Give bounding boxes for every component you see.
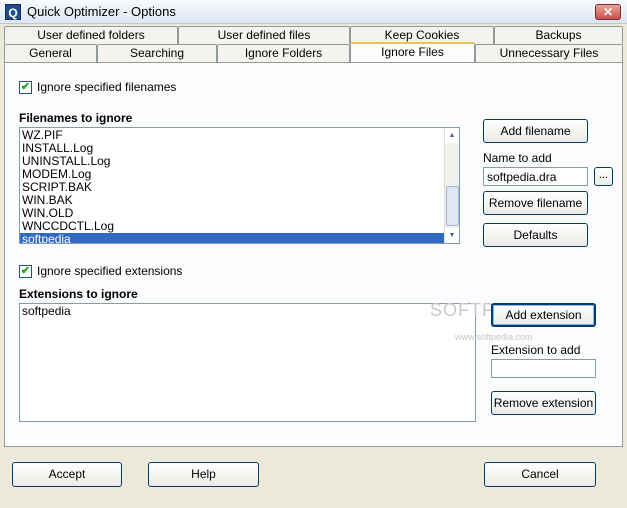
name-to-add-input[interactable]: softpedia.dra — [483, 167, 588, 186]
tab-ignore-files[interactable]: Ignore Files — [350, 42, 475, 62]
tab-user-defined-files[interactable]: User defined files — [178, 26, 350, 44]
tab-user-defined-folders[interactable]: User defined folders — [4, 26, 178, 44]
ignore-filenames-checkbox[interactable]: ✔ — [19, 81, 32, 94]
cancel-button[interactable]: Cancel — [484, 462, 596, 487]
browse-button[interactable]: ... — [594, 167, 613, 186]
scroll-thumb[interactable] — [446, 186, 459, 226]
extensions-list-title: Extensions to ignore — [19, 287, 138, 301]
remove-extension-button[interactable]: Remove extension — [491, 391, 596, 415]
close-button[interactable]: ✕ — [595, 4, 621, 20]
list-item-selected[interactable]: softpedia — [20, 233, 444, 243]
tab-backups[interactable]: Backups — [494, 26, 623, 44]
list-item[interactable]: WNCCDCTL.Log — [20, 220, 444, 233]
filenames-list-title: Filenames to ignore — [19, 111, 133, 125]
list-item[interactable]: SCRIPT.BAK — [20, 181, 444, 194]
filenames-scrollbar[interactable]: ▲ ▼ — [444, 128, 459, 243]
remove-filename-button[interactable]: Remove filename — [483, 191, 588, 215]
accept-button[interactable]: Accept — [12, 462, 122, 487]
title-bar[interactable]: Q Quick Optimizer - Options ✕ — [0, 0, 627, 24]
tab-general[interactable]: General — [4, 44, 97, 62]
scroll-down-icon[interactable]: ▼ — [445, 228, 459, 243]
window-title: Quick Optimizer - Options — [27, 4, 176, 19]
extension-to-add-input[interactable] — [491, 359, 596, 378]
filenames-listbox[interactable]: WZ.PIF INSTALL.Log UNINSTALL.Log MODEM.L… — [19, 127, 460, 244]
defaults-button[interactable]: Defaults — [483, 223, 588, 247]
app-icon[interactable]: Q — [5, 4, 21, 20]
ignore-filenames-label: Ignore specified filenames — [37, 80, 177, 94]
add-extension-button[interactable]: Add extension — [491, 303, 596, 327]
list-item[interactable]: softpedia — [20, 305, 71, 318]
add-filename-button[interactable]: Add filename — [483, 119, 588, 143]
ignore-extensions-checkbox[interactable]: ✔ — [19, 265, 32, 278]
tab-searching[interactable]: Searching — [97, 44, 217, 62]
name-to-add-label: Name to add — [483, 151, 552, 165]
list-item[interactable]: WIN.BAK — [20, 194, 444, 207]
extensions-listbox[interactable]: softpedia — [19, 303, 476, 422]
scroll-up-icon[interactable]: ▲ — [445, 128, 459, 143]
extension-to-add-label: Extension to add — [491, 343, 581, 357]
tab-ignore-folders[interactable]: Ignore Folders — [217, 44, 350, 62]
watermark-url: www.softpedia.com — [455, 332, 533, 342]
tab-unnecessary-files[interactable]: Unnecessary Files — [475, 44, 623, 62]
ignore-extensions-label: Ignore specified extensions — [37, 264, 183, 278]
help-button[interactable]: Help — [148, 462, 259, 487]
